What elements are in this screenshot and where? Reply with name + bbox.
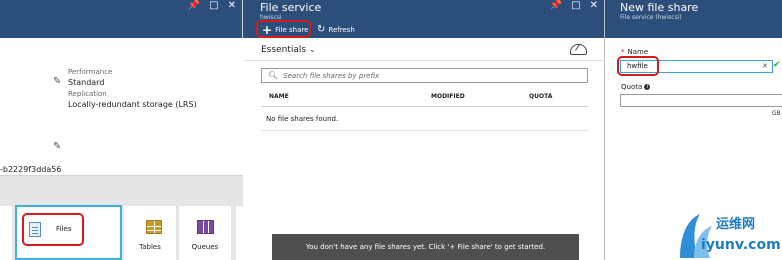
tile-partial[interactable]: [236, 206, 243, 260]
checkmark-icon: ✔: [773, 60, 781, 70]
cloud-icon[interactable]: [570, 44, 587, 55]
essentials-label: Essentials: [261, 45, 307, 55]
blade1-window-controls: 📌 □ ✕: [188, 0, 236, 12]
divider: [261, 130, 588, 131]
column-header-quota[interactable]: QUOTA: [529, 93, 552, 100]
performance-label: Performance: [68, 68, 113, 76]
replication-value: Locally-redundant storage (LRS): [68, 100, 197, 109]
refresh-button[interactable]: ↻ Refresh: [317, 23, 355, 37]
blade3-header: New file share File service (hwiscsi): [605, 0, 782, 38]
info-icon[interactable]: i: [644, 84, 651, 90]
performance-value: Standard: [68, 78, 105, 87]
maximize-icon[interactable]: □: [571, 0, 580, 12]
required-marker: *: [621, 48, 625, 56]
divider: [261, 106, 588, 107]
column-header-modified[interactable]: MODIFIED: [431, 93, 465, 100]
tile-tables-label: Tables: [139, 243, 161, 251]
refresh-icon: ↻: [317, 24, 326, 35]
watermark-cn: 运维网: [716, 217, 756, 232]
name-callout: [617, 56, 659, 76]
tile-queues[interactable]: Queues: [179, 206, 231, 260]
column-header-name[interactable]: NAME: [269, 93, 289, 100]
quota-label-text: Quota: [621, 83, 643, 91]
pin-icon[interactable]: 📌: [188, 0, 200, 12]
blade3-title: New file share: [620, 1, 699, 14]
blade3-subtitle: File service (hwiscsi): [620, 14, 682, 21]
close-icon[interactable]: ✕: [228, 0, 236, 12]
tile-tables[interactable]: Tables: [124, 206, 176, 260]
account-key-fragment: -b2229f3dda56: [0, 165, 62, 174]
clear-icon[interactable]: ✕: [762, 62, 768, 70]
watermark-en: iyunv.com: [701, 237, 781, 253]
essentials-toggle[interactable]: Essentials ⌄: [261, 45, 316, 55]
quota-field-label: Quota i: [621, 83, 651, 91]
name-field-label: * Name: [621, 48, 648, 56]
empty-hint-banner: You don't have any file shares yet. Clic…: [272, 234, 579, 260]
storage-account-blade: 📌 □ ✕ ✎ Performance Standard Replication…: [0, 0, 243, 260]
divider: [243, 60, 605, 61]
edit-pencil-icon[interactable]: ✎: [53, 141, 61, 152]
storage-properties: ✎ Performance Standard Replication Local…: [0, 38, 243, 175]
blade2-title: File service: [260, 1, 322, 14]
blade2-header: File service hwiscsi 📌 □ ✕ + File share …: [243, 0, 604, 38]
close-icon[interactable]: ✕: [590, 0, 598, 12]
name-label-text: Name: [627, 48, 649, 56]
file-service-blade: File service hwiscsi 📌 □ ✕ + File share …: [243, 0, 605, 260]
blade1-header: 📌 □ ✕: [0, 0, 242, 38]
quota-unit: GB: [772, 110, 781, 117]
search-icon: 🔍︎: [268, 71, 279, 80]
maximize-icon[interactable]: □: [209, 0, 218, 12]
queue-icon: [197, 220, 214, 234]
watermark: 运维网 iyunv.com: [676, 208, 782, 260]
search-input[interactable]: [283, 71, 564, 80]
chevron-down-icon: ⌄: [309, 45, 316, 54]
replication-label: Replication: [68, 90, 107, 98]
quota-input[interactable]: [620, 94, 782, 107]
tile-partial[interactable]: [0, 206, 12, 260]
files-callout: [22, 213, 84, 246]
tile-queues-label: Queues: [191, 243, 219, 251]
search-box[interactable]: 🔍︎: [261, 68, 588, 83]
file-share-callout: [256, 20, 311, 38]
refresh-label: Refresh: [328, 26, 355, 34]
pin-icon[interactable]: 📌: [550, 0, 562, 12]
empty-state-text: No file shares found.: [266, 115, 339, 123]
edit-pencil-icon[interactable]: ✎: [53, 76, 61, 87]
table-icon: [146, 220, 162, 234]
blade2-window-controls: 📌 □ ✕: [550, 0, 598, 12]
portal-screen: 📌 □ ✕ ✎ Performance Standard Replication…: [0, 0, 782, 260]
